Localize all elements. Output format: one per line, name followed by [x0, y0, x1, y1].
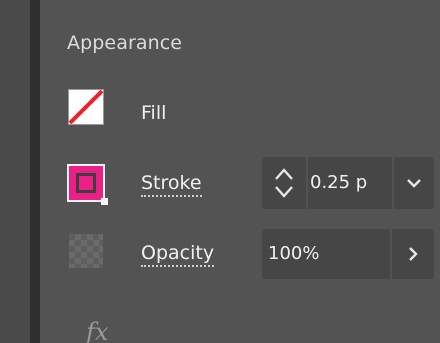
fill-label: Fill	[141, 102, 167, 124]
stroke-weight-control: 0.25 p	[262, 157, 434, 209]
none-slash-icon	[69, 90, 103, 124]
opacity-input[interactable]: 100%	[268, 229, 378, 279]
swatch-corner-icon	[101, 198, 108, 205]
panel-divider	[30, 0, 40, 343]
chevron-up-icon[interactable]	[274, 167, 294, 181]
stroke-label-link[interactable]: Stroke	[141, 172, 202, 197]
chevron-right-icon	[409, 247, 418, 261]
stroke-weight-input[interactable]: 0.25 p	[310, 157, 392, 209]
chevron-down-icon[interactable]	[274, 185, 294, 199]
fill-none-swatch[interactable]	[68, 89, 104, 125]
stroke-swatch-inner	[76, 173, 96, 193]
chevron-down-icon	[407, 179, 421, 188]
opacity-control: 100%	[262, 229, 434, 279]
opacity-flyout-button[interactable]	[392, 229, 434, 279]
stroke-weight-stepper[interactable]	[262, 157, 306, 209]
stroke-label: Stroke	[141, 172, 202, 197]
stepper-divider	[306, 157, 308, 209]
panel-title: Appearance	[67, 32, 183, 54]
opacity-checker-icon	[69, 234, 103, 268]
stroke-weight-dropdown[interactable]	[394, 157, 434, 209]
left-edge	[0, 0, 30, 343]
fx-effects-button[interactable]: fx	[86, 318, 108, 343]
stroke-color-swatch[interactable]	[67, 164, 108, 205]
appearance-panel: Appearance Fill Stroke 0.25 p Opacity 10…	[40, 0, 440, 343]
opacity-label-link[interactable]: Opacity	[141, 242, 215, 267]
opacity-label: Opacity	[141, 242, 215, 267]
